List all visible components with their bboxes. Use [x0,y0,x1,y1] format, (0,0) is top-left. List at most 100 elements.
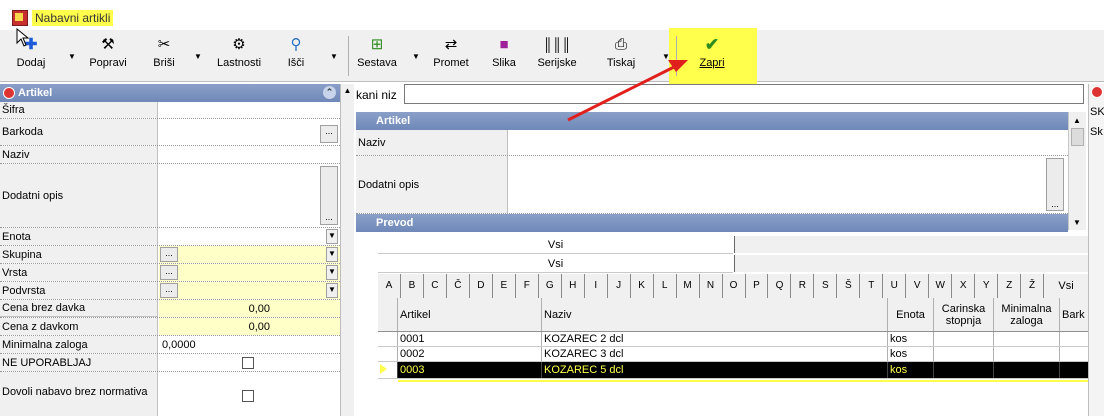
language-row[interactable]: Vsi [378,236,733,254]
column-header-carinska-stopnja[interactable]: Carinska stopnja [934,298,994,331]
traffic-icon: ⇄ [444,36,458,53]
letter-filter-f[interactable]: F [516,274,539,298]
column-header-minimalna-zaloga[interactable]: Minimalna zaloga [994,298,1060,331]
skupina-select[interactable]: ... ▼ [159,246,340,263]
letter-filter-p[interactable]: P [746,274,769,298]
letter-filter-all[interactable]: Vsi [1044,274,1088,298]
serial-numbers-button[interactable]: ║║║ Serijske [530,34,584,78]
scroll-up-arrow[interactable]: ▲ [1073,116,1081,125]
letter-filter-z-caron[interactable]: Ž [1021,274,1045,298]
letter-filter-s[interactable]: S [814,274,838,298]
letter-filter-a[interactable]: A [378,274,401,298]
enota-select[interactable]: ▼ [159,228,340,245]
detail-scrollbar[interactable]: ▲ ▼ [1068,112,1086,230]
composition-button[interactable]: ⊞ Sestava [354,34,400,78]
window-title: Nabavni artikli [32,10,114,26]
minimalna-zaloga-input[interactable]: 0,0000 [159,336,340,353]
artikel-section-header[interactable]: Artikel ⌃ [0,84,340,102]
letter-filter-t[interactable]: T [860,274,884,298]
podvrsta-browse-button[interactable]: ... [160,283,178,298]
print-dropdown-arrow[interactable]: ▼ [662,52,670,61]
search-button[interactable]: ⚲ Išči [278,34,314,78]
delete-button[interactable]: ✂ Briši [144,34,184,78]
letter-filter-o[interactable]: O [723,274,746,298]
composition-dropdown-arrow[interactable]: ▼ [412,52,420,61]
podvrsta-dropdown-arrow[interactable]: ▼ [326,283,338,298]
vrsta-select[interactable]: ... ▼ [159,264,340,281]
podvrsta-select[interactable]: ... ▼ [159,282,340,299]
table-row[interactable]: 0001 KOZAREC 2 dcl kos [378,332,1088,347]
letter-filter-m[interactable]: M [677,274,700,298]
print-button[interactable]: ⎙ Tiskaj [596,34,646,78]
expand-icon[interactable] [1091,86,1103,98]
dodatni-opis-input[interactable]: ... [159,164,340,227]
edit-button[interactable]: ⚒ Popravi [80,34,136,78]
field-row-cena-z-davkom: Cena z davkom 0,00 [0,318,340,336]
letter-filter-g[interactable]: G [539,274,562,298]
vrsta-dropdown-arrow[interactable]: ▼ [326,265,338,280]
letter-filter-i[interactable]: I [585,274,608,298]
letter-filter-j[interactable]: J [608,274,631,298]
letter-filter-h[interactable]: H [562,274,585,298]
letter-filter-c-caron[interactable]: Č [447,274,470,298]
letter-filter-l[interactable]: L [654,274,677,298]
letter-filter-u[interactable]: U [883,274,907,298]
vrsta-browse-button[interactable]: ... [160,265,178,280]
close-button[interactable]: ✔ Zapri [684,34,740,78]
letter-filter-x[interactable]: X [952,274,976,298]
panel-splitter[interactable]: ▲ [340,84,354,416]
chevron-up-icon[interactable]: ⌃ [323,86,336,99]
language-row[interactable]: Vsi [378,255,733,273]
scroll-down-arrow[interactable]: ▼ [1073,218,1081,227]
letter-filter-d[interactable]: D [470,274,493,298]
search-input[interactable] [404,84,1084,104]
add-button[interactable]: ✚ Dodaj [6,34,56,78]
detail-row-naziv: Naziv [356,130,1068,156]
table-row[interactable]: 0002 KOZAREC 3 dcl kos [378,347,1088,362]
letter-filter-e[interactable]: E [493,274,516,298]
letter-filter-q[interactable]: Q [768,274,792,298]
column-header-barkoda[interactable]: Bark [1060,298,1088,331]
letter-filter-z[interactable]: Z [998,274,1022,298]
letter-filter-c[interactable]: C [424,274,447,298]
scrollbar-thumb[interactable] [1071,128,1084,146]
dovoli-nabavo-checkbox[interactable] [242,390,254,402]
letter-filter-y[interactable]: Y [975,274,999,298]
letter-filter-bar: A B C Č D E F G H I J K L M N O P Q R S … [378,274,1088,298]
detail-dodatni-opis-input[interactable]: ... [509,156,1068,213]
field-row-sifra: Šifra [0,102,340,119]
side-panel-item[interactable]: Sk [1090,126,1103,138]
naziv-input[interactable] [159,146,340,163]
barkoda-input[interactable]: ... [159,119,340,145]
add-dropdown-arrow[interactable]: ▼ [68,52,76,61]
letter-filter-w[interactable]: W [929,274,953,298]
cena-brez-davka-input[interactable]: 0,00 [159,300,340,317]
dodatni-opis-browse-button[interactable]: ... [320,166,338,225]
traffic-button[interactable]: ⇄ Promet [426,34,476,78]
letter-filter-r[interactable]: R [791,274,815,298]
properties-button[interactable]: ⚙ Lastnosti [206,34,272,78]
letter-filter-b[interactable]: B [401,274,424,298]
scroll-up-arrow[interactable]: ▲ [342,86,353,98]
table-row-selected[interactable]: 0003 KOZAREC 5 dcl kos [378,362,1088,379]
side-panel-item[interactable]: SK [1090,106,1104,118]
detail-naziv-input[interactable] [509,130,1068,155]
letter-filter-k[interactable]: K [631,274,654,298]
ne-uporabljaj-checkbox[interactable] [242,356,254,369]
column-header-naziv[interactable]: Naziv [542,298,888,331]
skupina-dropdown-arrow[interactable]: ▼ [326,247,338,262]
letter-filter-s-caron[interactable]: Š [837,274,861,298]
column-header-enota[interactable]: Enota [888,298,934,331]
letter-filter-v[interactable]: V [906,274,930,298]
detail-opis-browse-button[interactable]: ... [1046,158,1064,211]
barkoda-browse-button[interactable]: ... [320,125,338,143]
search-dropdown-arrow[interactable]: ▼ [330,52,338,61]
skupina-browse-button[interactable]: ... [160,247,178,262]
column-header-artikel[interactable]: Artikel [398,298,542,331]
cena-z-davkom-input[interactable]: 0,00 [159,318,340,335]
sifra-input[interactable] [159,102,340,118]
enota-dropdown-arrow[interactable]: ▼ [326,229,338,244]
image-button[interactable]: ■ Slika [484,34,524,78]
letter-filter-n[interactable]: N [700,274,723,298]
delete-dropdown-arrow[interactable]: ▼ [194,52,202,61]
